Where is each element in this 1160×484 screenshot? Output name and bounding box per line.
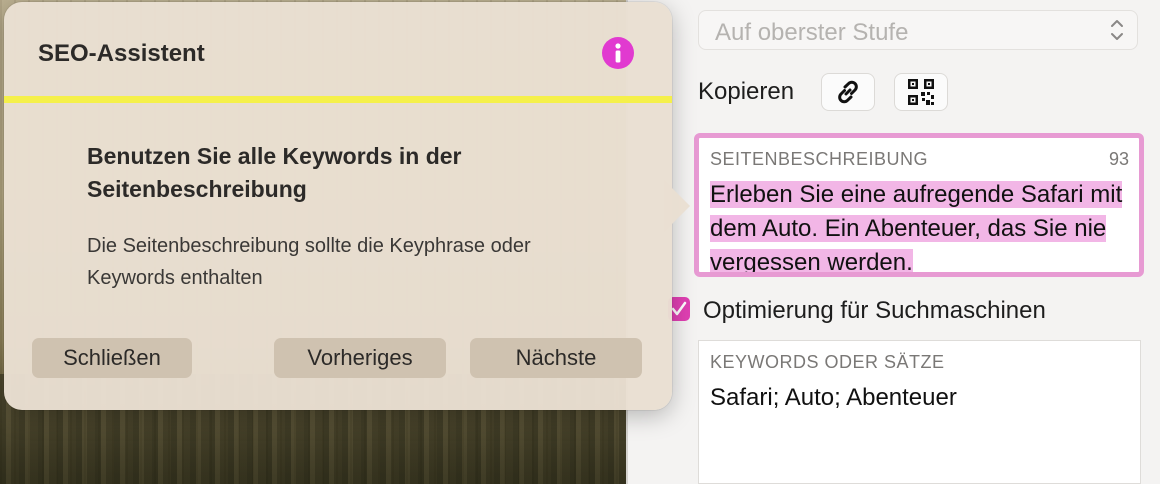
next-button[interactable]: Nächste (470, 338, 642, 378)
info-icon[interactable] (602, 37, 634, 69)
popover-title: SEO-Assistent (38, 40, 205, 67)
copy-qr-button[interactable] (894, 73, 948, 111)
popover-arrow (664, 180, 690, 232)
character-count: 93 (1108, 149, 1129, 169)
keywords-label: KEYWORDS ODER SÄTZE (710, 352, 945, 372)
page-description-text[interactable]: Erleben Sie eine aufregende Safari mit d… (710, 178, 1130, 276)
checkmark-icon (671, 301, 687, 316)
qr-code-icon (908, 79, 934, 105)
previous-button[interactable]: Vorheriges (274, 338, 446, 378)
keywords-field[interactable]: KEYWORDS ODER SÄTZE Safari; Auto; Abente… (698, 340, 1141, 484)
page-description-field[interactable]: SEITENBESCHREIBUNG 93 Erleben Sie eine a… (694, 133, 1144, 277)
tip-body: Die Seitenbeschreibung sollte die Keyphr… (87, 235, 531, 289)
keywords-value[interactable]: Safari; Auto; Abenteuer (710, 384, 957, 412)
link-icon (838, 80, 858, 104)
close-button[interactable]: Schließen (32, 338, 192, 378)
highlighted-description: Erleben Sie eine aufregende Safari mit d… (710, 181, 1123, 276)
level-select-value: Auf oberster Stufe (715, 19, 909, 46)
tip-heading: Benutzen Sie alle Keywords in der Seiten… (87, 143, 462, 202)
seo-assistant-popover: SEO-Assistent Benutzen Sie alle Keywords… (4, 2, 672, 410)
progress-accent-bar (4, 96, 672, 103)
up-down-chevron-icon (1111, 20, 1123, 40)
level-select[interactable]: Auf oberster Stufe (698, 10, 1138, 50)
copy-label: Kopieren (698, 78, 795, 105)
seo-checkbox-label[interactable]: Optimierung für Suchmaschinen (703, 297, 1046, 325)
page-description-label: SEITENBESCHREIBUNG (710, 149, 929, 169)
copy-link-button[interactable] (821, 73, 875, 111)
